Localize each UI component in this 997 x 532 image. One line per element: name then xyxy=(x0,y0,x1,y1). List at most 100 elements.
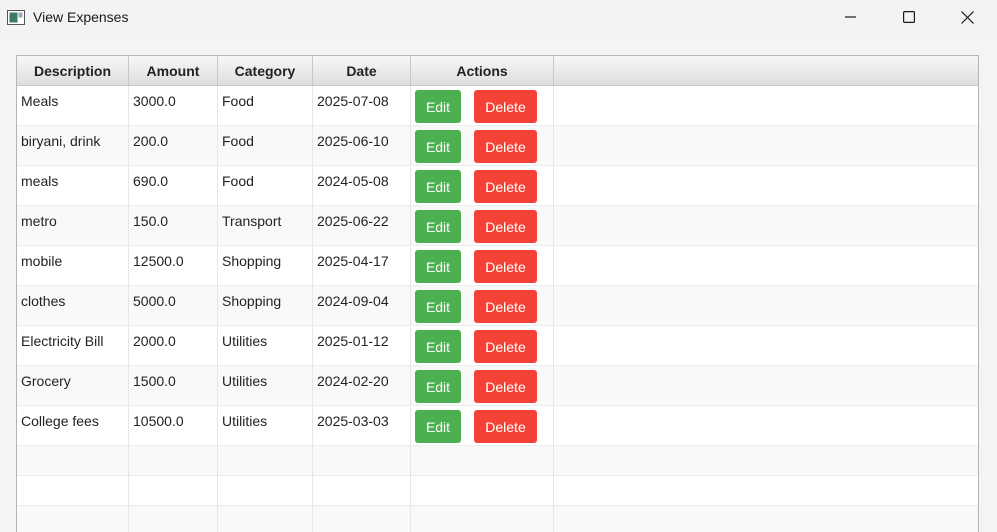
empty-cell xyxy=(313,446,411,476)
cell-description: Grocery xyxy=(17,366,129,406)
delete-button[interactable]: Delete xyxy=(474,410,537,443)
cell-date: 2025-06-10 xyxy=(313,126,411,166)
table-header: Description Amount Category Date Actions xyxy=(17,56,978,86)
edit-button[interactable]: Edit xyxy=(415,250,461,283)
delete-button[interactable]: Delete xyxy=(474,170,537,203)
delete-button[interactable]: Delete xyxy=(474,90,537,123)
edit-button[interactable]: Edit xyxy=(415,90,461,123)
cell-filler xyxy=(554,166,978,206)
cell-actions: Edit Delete xyxy=(411,86,554,126)
cell-description: Meals xyxy=(17,86,129,126)
minimize-icon xyxy=(845,16,856,18)
cell-actions: Edit Delete xyxy=(411,286,554,326)
empty-table-row xyxy=(17,476,978,506)
cell-date: 2025-04-17 xyxy=(313,246,411,286)
cell-category: Utilities xyxy=(218,366,313,406)
table-row[interactable]: clothes 5000.0 Shopping 2024-09-04 Edit Delet… xyxy=(17,286,978,326)
empty-cell xyxy=(17,476,129,506)
empty-cell xyxy=(218,476,313,506)
empty-cell xyxy=(17,446,129,476)
edit-button[interactable]: Edit xyxy=(415,170,461,203)
empty-cell xyxy=(554,446,978,476)
close-button[interactable] xyxy=(938,0,996,34)
cell-description: College fees xyxy=(17,406,129,446)
expenses-table[interactable]: Description Amount Category Date Actions… xyxy=(16,55,979,532)
table-row[interactable]: College fees 10500.0 Utilities 2025-03-03 Ed… xyxy=(17,406,978,446)
cell-amount: 12500.0 xyxy=(129,246,218,286)
cell-description: biryani, drink xyxy=(17,126,129,166)
column-header-description[interactable]: Description xyxy=(17,56,129,86)
empty-cell xyxy=(554,476,978,506)
edit-button[interactable]: Edit xyxy=(415,130,461,163)
cell-category: Utilities xyxy=(218,326,313,366)
edit-button[interactable]: Edit xyxy=(415,370,461,403)
cell-amount: 150.0 xyxy=(129,206,218,246)
cell-filler xyxy=(554,126,978,166)
edit-button[interactable]: Edit xyxy=(415,410,461,443)
delete-button[interactable]: Delete xyxy=(474,290,537,323)
column-header-filler xyxy=(554,56,978,86)
delete-button[interactable]: Delete xyxy=(474,370,537,403)
cell-actions: Edit Delete xyxy=(411,246,554,286)
delete-button[interactable]: Delete xyxy=(474,250,537,283)
cell-category: Transport xyxy=(218,206,313,246)
cell-actions: Edit Delete xyxy=(411,366,554,406)
empty-cell xyxy=(218,446,313,476)
minimize-button[interactable] xyxy=(822,0,880,34)
column-header-amount[interactable]: Amount xyxy=(129,56,218,86)
cell-category: Food xyxy=(218,86,313,126)
column-header-actions[interactable]: Actions xyxy=(411,56,554,86)
cell-description: Electricity Bill xyxy=(17,326,129,366)
table-row[interactable]: biryani, drink 200.0 Food 2025-06-10 Edit Del… xyxy=(17,126,978,166)
cell-date: 2025-07-08 xyxy=(313,86,411,126)
cell-filler xyxy=(554,406,978,446)
empty-cell xyxy=(218,506,313,532)
cell-actions: Edit Delete xyxy=(411,166,554,206)
cell-filler xyxy=(554,326,978,366)
column-header-date[interactable]: Date xyxy=(313,56,411,86)
cell-filler xyxy=(554,206,978,246)
title-bar: View Expenses xyxy=(0,0,997,36)
cell-category: Food xyxy=(218,126,313,166)
delete-button[interactable]: Delete xyxy=(474,210,537,243)
cell-amount: 3000.0 xyxy=(129,86,218,126)
cell-filler xyxy=(554,366,978,406)
cell-amount: 200.0 xyxy=(129,126,218,166)
table-row[interactable]: mobile 12500.0 Shopping 2025-04-17 Edit Delet… xyxy=(17,246,978,286)
cell-actions: Edit Delete xyxy=(411,206,554,246)
table-row[interactable]: Electricity Bill 2000.0 Utilities 2025-01-1… xyxy=(17,326,978,366)
window-content: Description Amount Category Date Actions… xyxy=(0,36,997,532)
empty-cell xyxy=(313,506,411,532)
cell-category: Food xyxy=(218,166,313,206)
edit-button[interactable]: Edit xyxy=(415,210,461,243)
cell-amount: 1500.0 xyxy=(129,366,218,406)
cell-description: clothes xyxy=(17,286,129,326)
table-row[interactable]: Grocery 1500.0 Utilities 2024-02-20 Edit Dele… xyxy=(17,366,978,406)
empty-cell xyxy=(17,506,129,532)
cell-description: meals xyxy=(17,166,129,206)
maximize-button[interactable] xyxy=(880,0,938,34)
cell-date: 2025-06-22 xyxy=(313,206,411,246)
empty-cell xyxy=(129,506,218,532)
cell-category: Shopping xyxy=(218,286,313,326)
cell-category: Shopping xyxy=(218,246,313,286)
empty-cell xyxy=(411,446,554,476)
cell-category: Utilities xyxy=(218,406,313,446)
cell-date: 2025-03-03 xyxy=(313,406,411,446)
cell-amount: 690.0 xyxy=(129,166,218,206)
table-row[interactable]: Meals 3000.0 Food 2025-07-08 Edit Delete xyxy=(17,86,978,126)
cell-description: mobile xyxy=(17,246,129,286)
close-icon xyxy=(960,10,974,24)
edit-button[interactable]: Edit xyxy=(415,290,461,323)
cell-filler xyxy=(554,86,978,126)
delete-button[interactable]: Delete xyxy=(474,130,537,163)
table-row[interactable]: metro 150.0 Transport 2025-06-22 Edit Delete xyxy=(17,206,978,246)
table-row[interactable]: meals 690.0 Food 2024-05-08 Edit Delete xyxy=(17,166,978,206)
delete-button[interactable]: Delete xyxy=(474,330,537,363)
column-header-category[interactable]: Category xyxy=(218,56,313,86)
empty-cell xyxy=(313,476,411,506)
edit-button[interactable]: Edit xyxy=(415,330,461,363)
cell-amount: 2000.0 xyxy=(129,326,218,366)
empty-cell xyxy=(129,446,218,476)
empty-cell xyxy=(554,506,978,532)
